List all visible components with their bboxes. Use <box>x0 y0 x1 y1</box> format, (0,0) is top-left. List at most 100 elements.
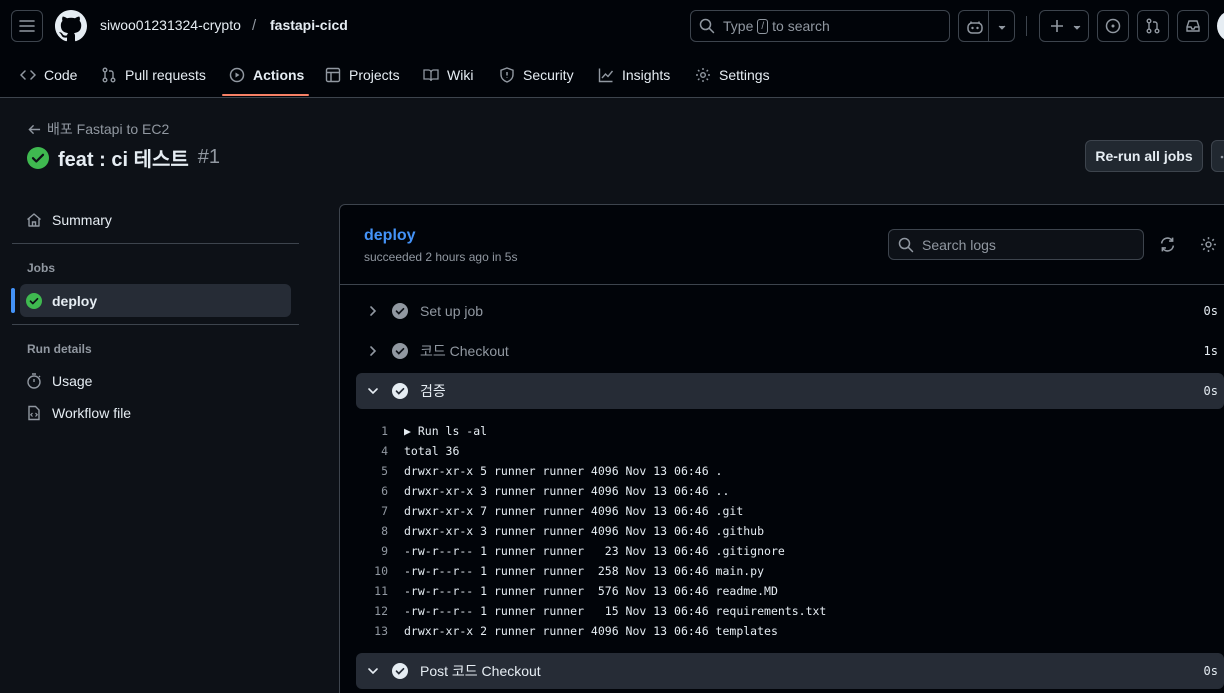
log-line-text: -rw-r--r-- 1 runner runner 23 Nov 13 06:… <box>404 544 785 558</box>
issue-opened-icon <box>1105 18 1121 34</box>
avatar[interactable] <box>1217 10 1224 42</box>
sidebar-heading-jobs: Jobs <box>27 261 56 275</box>
log-line-number: 4 <box>381 444 388 458</box>
log-line-number: 10 <box>374 564 388 578</box>
log-line-text: drwxr-xr-x 3 runner runner 4096 Nov 13 0… <box>404 484 730 498</box>
step-row[interactable]: Post 코드 Checkout 0s <box>356 653 1224 689</box>
run-number: #1 <box>197 146 221 168</box>
header-divider <box>1026 16 1027 36</box>
step-duration: 0s <box>1203 664 1218 678</box>
sidebar-item-deploy[interactable]: deploy <box>20 284 97 317</box>
check-circle-fill-icon <box>26 292 42 309</box>
sidebar-divider <box>12 324 299 325</box>
step-duration: 0s <box>1203 384 1218 398</box>
sidebar-divider <box>12 243 299 244</box>
tab-security[interactable]: Security <box>499 52 574 97</box>
workflow-back-link[interactable]: 배포 Fastapi to EC2 <box>28 119 169 139</box>
code-icon <box>20 69 36 80</box>
search-prefix: Type <box>723 18 754 34</box>
log-line-text: -rw-r--r-- 1 runner runner 15 Nov 13 06:… <box>404 604 827 618</box>
home-icon <box>27 213 41 227</box>
tab-label: Pull requests <box>125 66 206 83</box>
check-circle-fill-icon <box>392 303 408 319</box>
log-line-text: drwxr-xr-x 5 runner runner 4096 Nov 13 0… <box>404 464 723 478</box>
menu-button[interactable] <box>11 10 43 42</box>
breadcrumb-repo[interactable]: fastapi-cicd <box>270 17 348 33</box>
run-title: feat : ci 테스트 <box>58 149 189 171</box>
tab-wiki[interactable]: Wiki <box>423 52 473 97</box>
log-line-text: total 36 <box>404 444 460 458</box>
tab-code[interactable]: Code <box>20 52 77 97</box>
rerun-all-jobs-button[interactable]: Re-run all jobs <box>1085 140 1203 172</box>
copilot-icon <box>967 21 983 34</box>
tab-label: Security <box>523 66 574 83</box>
tab-settings[interactable]: Settings <box>695 52 770 97</box>
step-name: Set up job <box>420 303 484 319</box>
log-line: 13 drwxr-xr-x 2 runner runner 4096 Nov 13… <box>356 621 778 641</box>
chevron-right-icon <box>370 346 377 356</box>
job-title[interactable]: deploy <box>364 227 416 245</box>
tab-pull-requests[interactable]: Pull requests <box>101 52 206 97</box>
sidebar-item-workflow-file[interactable]: Workflow file <box>20 397 131 429</box>
log-line: 4 total 36 <box>356 441 459 461</box>
search-suffix: to search <box>772 18 830 34</box>
step-row[interactable]: 검증 0s <box>356 373 1224 409</box>
inbox-button[interactable] <box>1177 10 1209 42</box>
arrow-left-icon <box>28 124 41 134</box>
hamburger-icon <box>19 20 35 32</box>
search-icon <box>699 18 715 34</box>
search-logs-input[interactable]: Search logs <box>888 229 1144 260</box>
chevron-right-icon <box>370 306 377 316</box>
step-row[interactable]: 코드 Checkout 1s <box>356 333 1224 369</box>
workflow-name: 배포 Fastapi to EC2 <box>47 121 170 137</box>
sidebar-heading-run-details: Run details <box>27 342 92 356</box>
sidebar-item-label: Usage <box>52 373 93 389</box>
breadcrumb-owner[interactable]: siwoo01231324-crypto <box>100 17 241 33</box>
gear-icon[interactable] <box>1200 236 1217 253</box>
issues-button[interactable] <box>1097 10 1129 42</box>
log-line: 5 drwxr-xr-x 5 runner runner 4096 Nov 13 … <box>356 461 723 481</box>
repo-nav: Code Pull requests Actions Projects Wiki… <box>0 52 1224 98</box>
tab-label: Insights <box>622 66 671 83</box>
log-line-number: 7 <box>381 504 388 518</box>
log-line-text: -rw-r--r-- 1 runner runner 258 Nov 13 06… <box>404 564 765 578</box>
file-code-icon <box>28 405 40 421</box>
log-line-text[interactable]: ▶ Run ls -al <box>404 424 487 438</box>
log-line-number: 13 <box>374 624 388 638</box>
table-icon <box>325 67 341 82</box>
log-line-number: 8 <box>381 524 388 538</box>
more-options-button[interactable] <box>1211 140 1224 172</box>
create-new-button[interactable] <box>1039 10 1089 42</box>
log-line-text: drwxr-xr-x 2 runner runner 4096 Nov 13 0… <box>404 624 778 638</box>
global-search-input[interactable]: Type / to search <box>690 10 950 42</box>
step-name: 코드 Checkout <box>420 343 509 359</box>
pull-requests-button[interactable] <box>1137 10 1169 42</box>
log-line: 10 -rw-r--r-- 1 runner runner 258 Nov 13 … <box>356 561 764 581</box>
copilot-button[interactable] <box>958 10 1015 42</box>
log-line-number: 1 <box>381 424 388 438</box>
step-row[interactable]: Set up job 0s <box>356 293 1224 329</box>
log-line: 12 -rw-r--r-- 1 runner runner 15 Nov 13 0… <box>356 601 826 621</box>
log-line-number: 9 <box>381 544 388 558</box>
step-duration: 1s <box>1203 344 1218 358</box>
stopwatch-icon <box>27 373 41 389</box>
log-line: 7 drwxr-xr-x 7 runner runner 4096 Nov 13 … <box>356 501 743 521</box>
sync-icon[interactable] <box>1159 236 1176 253</box>
log-line: 1 ▶ Run ls -al <box>356 421 487 441</box>
book-icon <box>423 68 439 81</box>
tab-projects[interactable]: Projects <box>325 52 400 97</box>
tab-actions[interactable]: Actions <box>229 52 304 97</box>
tab-label: Wiki <box>447 66 474 83</box>
sidebar-item-usage[interactable]: Usage <box>20 365 92 397</box>
sidebar-item-summary[interactable]: Summary <box>20 204 112 236</box>
log-line: 6 drwxr-xr-x 3 runner runner 4096 Nov 13 … <box>356 481 729 501</box>
tab-label: Actions <box>253 66 305 83</box>
tab-label: Code <box>44 66 78 83</box>
log-line-number: 11 <box>374 584 388 598</box>
chevron-down-icon <box>1073 25 1081 30</box>
github-logo-icon[interactable] <box>55 10 87 42</box>
sidebar-item-label: deploy <box>52 292 98 309</box>
job-status-text: succeeded 2 hours ago in 5s <box>364 250 518 264</box>
tab-insights[interactable]: Insights <box>598 52 670 97</box>
log-line-number: 12 <box>374 604 388 618</box>
